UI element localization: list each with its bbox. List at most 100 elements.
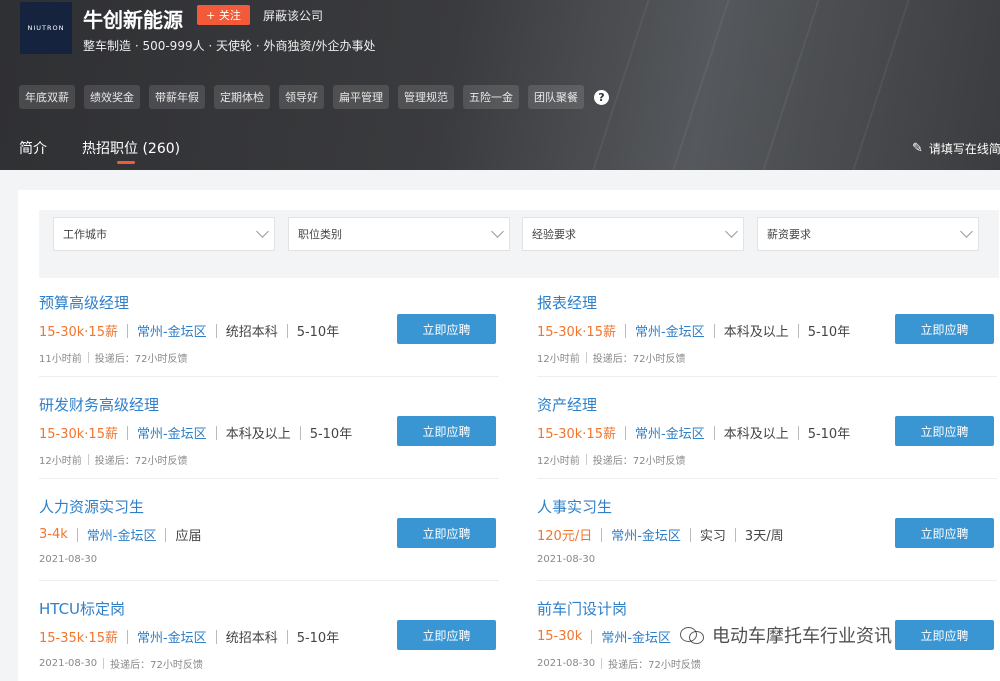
chevron-down-icon — [960, 225, 973, 238]
welfare-tag: 管理规范 — [398, 85, 454, 109]
watermark: 电动车摩托车行业资讯 — [680, 622, 892, 648]
job-education: 应届 — [175, 529, 202, 544]
job-title[interactable]: 研发财务高级经理 — [39, 394, 159, 415]
apply-button[interactable]: 立即应聘 — [397, 518, 496, 548]
apply-button[interactable]: 立即应聘 — [895, 314, 994, 344]
job-education: 实习 — [699, 529, 726, 544]
job-info: 15-30k 常州-金坛区 — [537, 627, 671, 646]
job-card[interactable]: 预算高级经理 15-30k·15薪 常州-金坛区 统招本科 5-10年 11小时… — [39, 292, 499, 382]
job-feedback: 投递后：72小时反馈 — [110, 660, 203, 671]
job-salary: 15-30k — [537, 629, 583, 644]
experience-filter[interactable]: 经验要求 — [522, 217, 744, 251]
tab-hot-jobs[interactable]: 热招职位 (260) — [82, 138, 180, 158]
online-resume-link[interactable]: ✎ 请填写在线简 — [912, 140, 1000, 157]
job-experience: 5-10年 — [309, 427, 353, 442]
job-location: 常州-金坛区 — [611, 529, 681, 544]
job-time: 2021-08-30 — [537, 554, 596, 565]
job-salary: 15-30k·15薪 — [537, 325, 616, 340]
job-title[interactable]: 报表经理 — [537, 292, 597, 313]
job-location: 常州-金坛区 — [86, 529, 157, 544]
job-experience: 5-10年 — [296, 631, 340, 646]
help-icon[interactable]: ? — [594, 89, 609, 105]
job-title[interactable]: 人力资源实习生 — [39, 496, 144, 517]
job-card[interactable]: 研发财务高级经理 15-30k·15薪 常州-金坛区 本科及以上 5-10年 1… — [39, 394, 499, 484]
company-logo: NIUTRON — [20, 2, 72, 54]
tab-intro[interactable]: 简介 — [19, 138, 47, 158]
job-experience: 5-10年 — [807, 427, 851, 442]
job-info: 15-30k·15薪 常州-金坛区 统招本科 5-10年 — [39, 321, 339, 340]
apply-button[interactable]: 立即应聘 — [895, 518, 994, 548]
job-feedback: 投递后：72小时反馈 — [592, 354, 686, 365]
job-title[interactable]: 预算高级经理 — [39, 292, 129, 313]
job-title[interactable]: 前车门设计岗 — [537, 598, 627, 619]
company-name: 牛创新能源 — [83, 8, 183, 32]
apply-button[interactable]: 立即应聘 — [895, 416, 994, 446]
job-info: 120元/日 常州-金坛区 实习 3天/周 — [537, 525, 784, 544]
job-education: 统招本科 — [225, 631, 278, 646]
job-list-panel: 工作城市 职位类别 经验要求 薪资要求 预算高级经理 15-30k·15薪 常州… — [18, 190, 1000, 681]
job-location: 常州-金坛区 — [601, 631, 672, 646]
job-feedback: 投递后：72小时反馈 — [94, 456, 188, 467]
job-info: 15-30k·15薪 常州-金坛区 本科及以上 5-10年 — [39, 423, 352, 442]
job-card[interactable]: 报表经理 15-30k·15薪 常州-金坛区 本科及以上 5-10年 12小时前… — [537, 292, 997, 382]
job-time: 2021-08-30 — [39, 658, 98, 669]
job-title[interactable]: 人事实习生 — [537, 496, 612, 517]
job-card[interactable]: 人事实习生 120元/日 常州-金坛区 实习 3天/周 2021-08-30 立… — [537, 496, 997, 586]
filter-bar: 工作城市 职位类别 经验要求 薪资要求 — [39, 210, 999, 278]
job-time: 12小时前 — [39, 456, 82, 467]
job-title[interactable]: HTCU标定岗 — [39, 598, 125, 619]
job-card[interactable]: 人力资源实习生 3-4k 常州-金坛区 应届 2021-08-30 立即应聘 — [39, 496, 499, 586]
job-salary: 3-4k — [39, 527, 68, 542]
job-info: 15-30k·15薪 常州-金坛区 本科及以上 5-10年 — [537, 321, 850, 340]
apply-button[interactable]: 立即应聘 — [397, 314, 496, 344]
job-info: 15-30k·15薪 常州-金坛区 本科及以上 5-10年 — [537, 423, 850, 442]
welfare-tags: 年底双薪 绩效奖金 带薪年假 定期体检 领导好 扁平管理 管理规范 五险一金 团… — [19, 85, 609, 109]
job-experience: 5-10年 — [807, 325, 851, 340]
job-education: 统招本科 — [225, 325, 278, 340]
chevron-down-icon — [256, 225, 269, 238]
job-card[interactable]: 资产经理 15-30k·15薪 常州-金坛区 本科及以上 5-10年 12小时前… — [537, 394, 997, 484]
block-company-link[interactable]: 屏蔽该公司 — [263, 7, 323, 24]
job-feedback: 投递后：72小时反馈 — [608, 660, 701, 671]
job-info: 3-4k 常州-金坛区 应届 — [39, 525, 201, 544]
job-meta: 2021-08-30 投递后：72小时反馈 — [537, 656, 701, 671]
apply-button[interactable]: 立即应聘 — [397, 416, 496, 446]
salary-filter[interactable]: 薪资要求 — [757, 217, 979, 251]
active-tab-indicator — [117, 161, 135, 164]
job-time: 2021-08-30 — [39, 554, 98, 565]
job-education: 本科及以上 — [723, 427, 789, 442]
job-salary: 15-30k·15薪 — [39, 427, 118, 442]
job-salary: 15-30k·15薪 — [537, 427, 616, 442]
job-time: 11小时前 — [39, 354, 82, 365]
job-meta: 12小时前 投递后：72小时反馈 — [537, 350, 685, 365]
chevron-down-icon — [491, 225, 504, 238]
chevron-down-icon — [725, 225, 738, 238]
welfare-tag: 领导好 — [279, 85, 324, 109]
job-meta: 12小时前 投递后：72小时反馈 — [39, 452, 187, 467]
job-experience: 3天/周 — [744, 529, 784, 544]
job-experience: 5-10年 — [296, 325, 340, 340]
company-meta: 整车制造 · 500-999人 · 天使轮 · 外商独资/外企办事处 — [83, 39, 376, 53]
welfare-tag: 定期体检 — [214, 85, 270, 109]
wechat-icon — [680, 625, 706, 645]
job-card[interactable]: HTCU标定岗 15-35k·15薪 常州-金坛区 统招本科 5-10年 202… — [39, 598, 499, 681]
job-location: 常州-金坛区 — [136, 325, 207, 340]
city-filter[interactable]: 工作城市 — [53, 217, 275, 251]
welfare-tag: 团队聚餐 — [528, 85, 584, 109]
job-location: 常州-金坛区 — [634, 325, 705, 340]
apply-button[interactable]: 立即应聘 — [895, 620, 994, 650]
job-feedback: 投递后：72小时反馈 — [592, 456, 686, 467]
job-location: 常州-金坛区 — [634, 427, 705, 442]
welfare-tag: 五险一金 — [463, 85, 519, 109]
follow-button[interactable]: + 关注 — [197, 5, 250, 25]
welfare-tag: 扁平管理 — [333, 85, 389, 109]
category-filter[interactable]: 职位类别 — [288, 217, 510, 251]
job-time: 12小时前 — [537, 354, 580, 365]
welfare-tag: 绩效奖金 — [84, 85, 140, 109]
job-info: 15-35k·15薪 常州-金坛区 统招本科 5-10年 — [39, 627, 339, 646]
apply-button[interactable]: 立即应聘 — [397, 620, 496, 650]
welfare-tag: 带薪年假 — [149, 85, 205, 109]
job-feedback: 投递后：72小时反馈 — [94, 354, 188, 365]
job-title[interactable]: 资产经理 — [537, 394, 597, 415]
job-location: 常州-金坛区 — [136, 631, 207, 646]
